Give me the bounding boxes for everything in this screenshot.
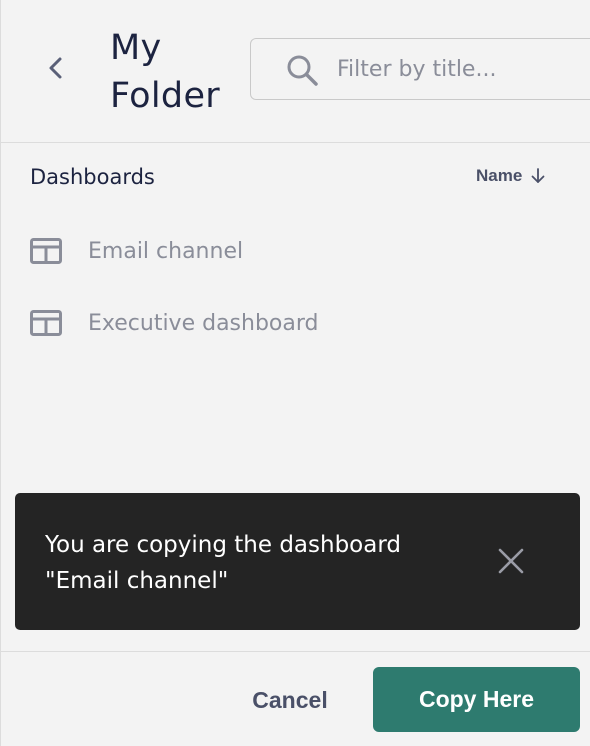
footer-divider (0, 651, 590, 652)
chevron-left-icon (49, 57, 62, 79)
toast-message: You are copying the dashboard "Email cha… (45, 527, 465, 599)
sort-label: Name (476, 166, 523, 185)
panel-header: My Folder (0, 0, 590, 142)
back-button[interactable] (38, 50, 74, 86)
list-item-email-channel[interactable]: Email channel (30, 231, 243, 271)
folder-title: My Folder (110, 28, 220, 116)
sort-by-name-button[interactable]: Name (476, 166, 546, 186)
dashboard-icon (30, 238, 62, 264)
dashboard-icon (30, 310, 62, 336)
search-input[interactable] (337, 47, 590, 91)
cancel-button[interactable]: Cancel (230, 670, 350, 730)
section-heading: Dashboards (30, 165, 155, 189)
toast-close-button[interactable] (495, 545, 527, 577)
search-icon (287, 55, 318, 86)
copy-notification-toast: You are copying the dashboard "Email cha… (15, 493, 580, 630)
header-divider (0, 142, 590, 143)
toast-message-line: "Email channel" (45, 568, 229, 594)
copy-dashboard-panel: My Folder Dashboards Name Email channel (0, 0, 590, 746)
list-item-label: Executive dashboard (88, 310, 319, 336)
list-item-executive-dashboard[interactable]: Executive dashboard (30, 303, 318, 343)
search-box[interactable] (250, 38, 590, 100)
toast-message-line: You are copying the dashboard (45, 532, 401, 558)
copy-here-button[interactable]: Copy Here (373, 667, 580, 732)
close-icon (498, 548, 524, 574)
list-item-label: Email channel (88, 238, 244, 264)
arrow-down-icon (531, 168, 545, 183)
